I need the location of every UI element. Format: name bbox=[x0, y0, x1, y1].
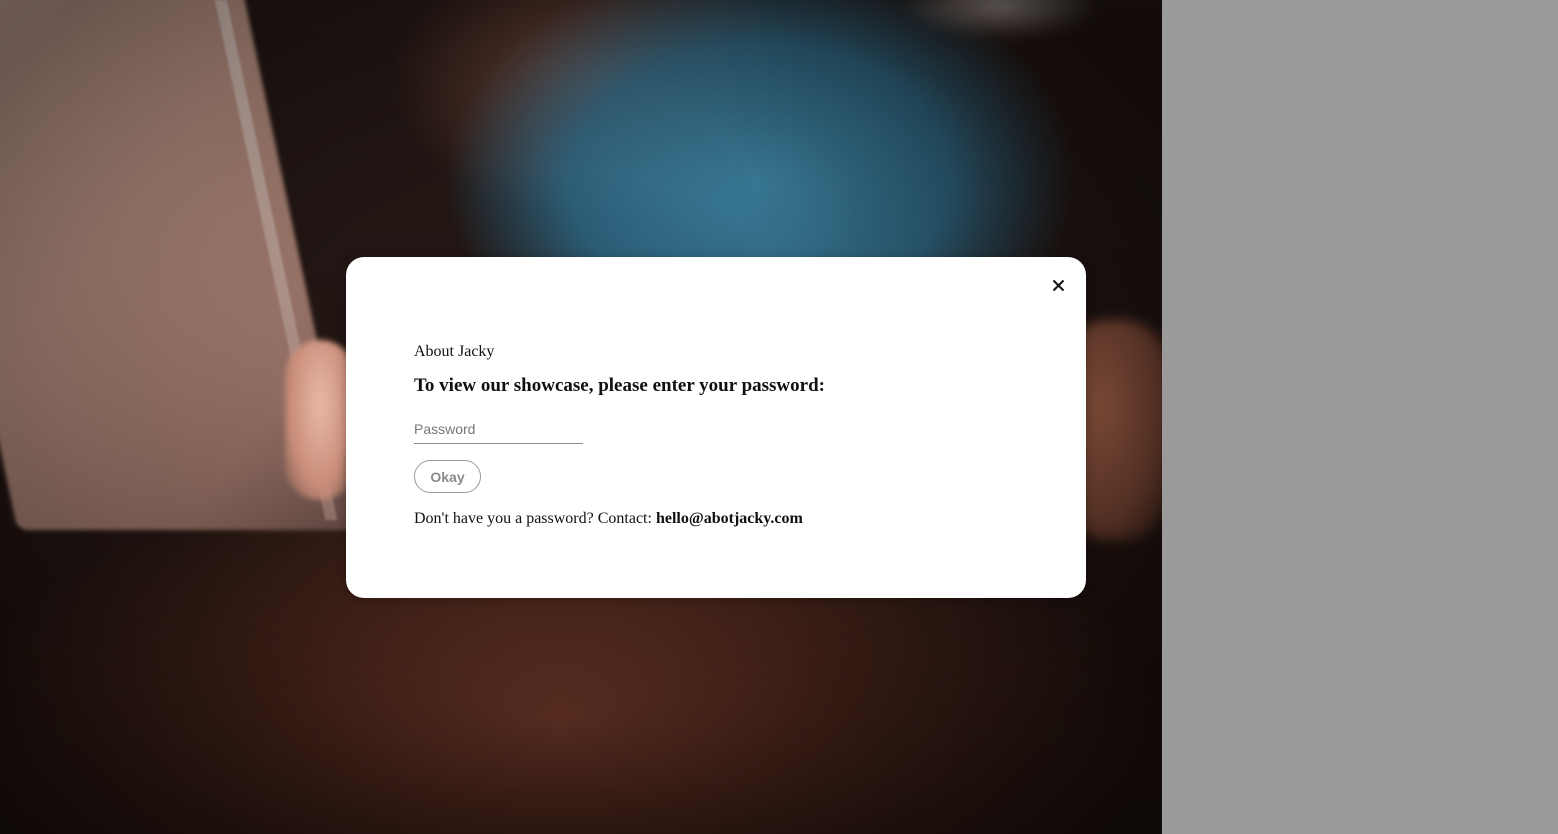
password-modal: About Jacky To view our showcase, please… bbox=[346, 257, 1086, 598]
contact-email-link[interactable]: hello@abotjacky.com bbox=[656, 510, 803, 527]
page: About Jacky To view our showcase, please… bbox=[0, 0, 1558, 834]
contact-line: Don't have you a password? Contact: hell… bbox=[414, 509, 1046, 529]
contact-text: Don't have you a password? Contact: bbox=[414, 510, 656, 527]
password-input[interactable] bbox=[414, 415, 583, 444]
modal-content: About Jacky To view our showcase, please… bbox=[414, 343, 1046, 529]
close-button[interactable] bbox=[1048, 275, 1068, 295]
okay-button[interactable]: Okay bbox=[414, 460, 481, 493]
close-icon bbox=[1052, 279, 1064, 291]
password-prompt: To view our showcase, please enter your … bbox=[414, 375, 825, 396]
site-name: About Jacky bbox=[414, 343, 495, 360]
